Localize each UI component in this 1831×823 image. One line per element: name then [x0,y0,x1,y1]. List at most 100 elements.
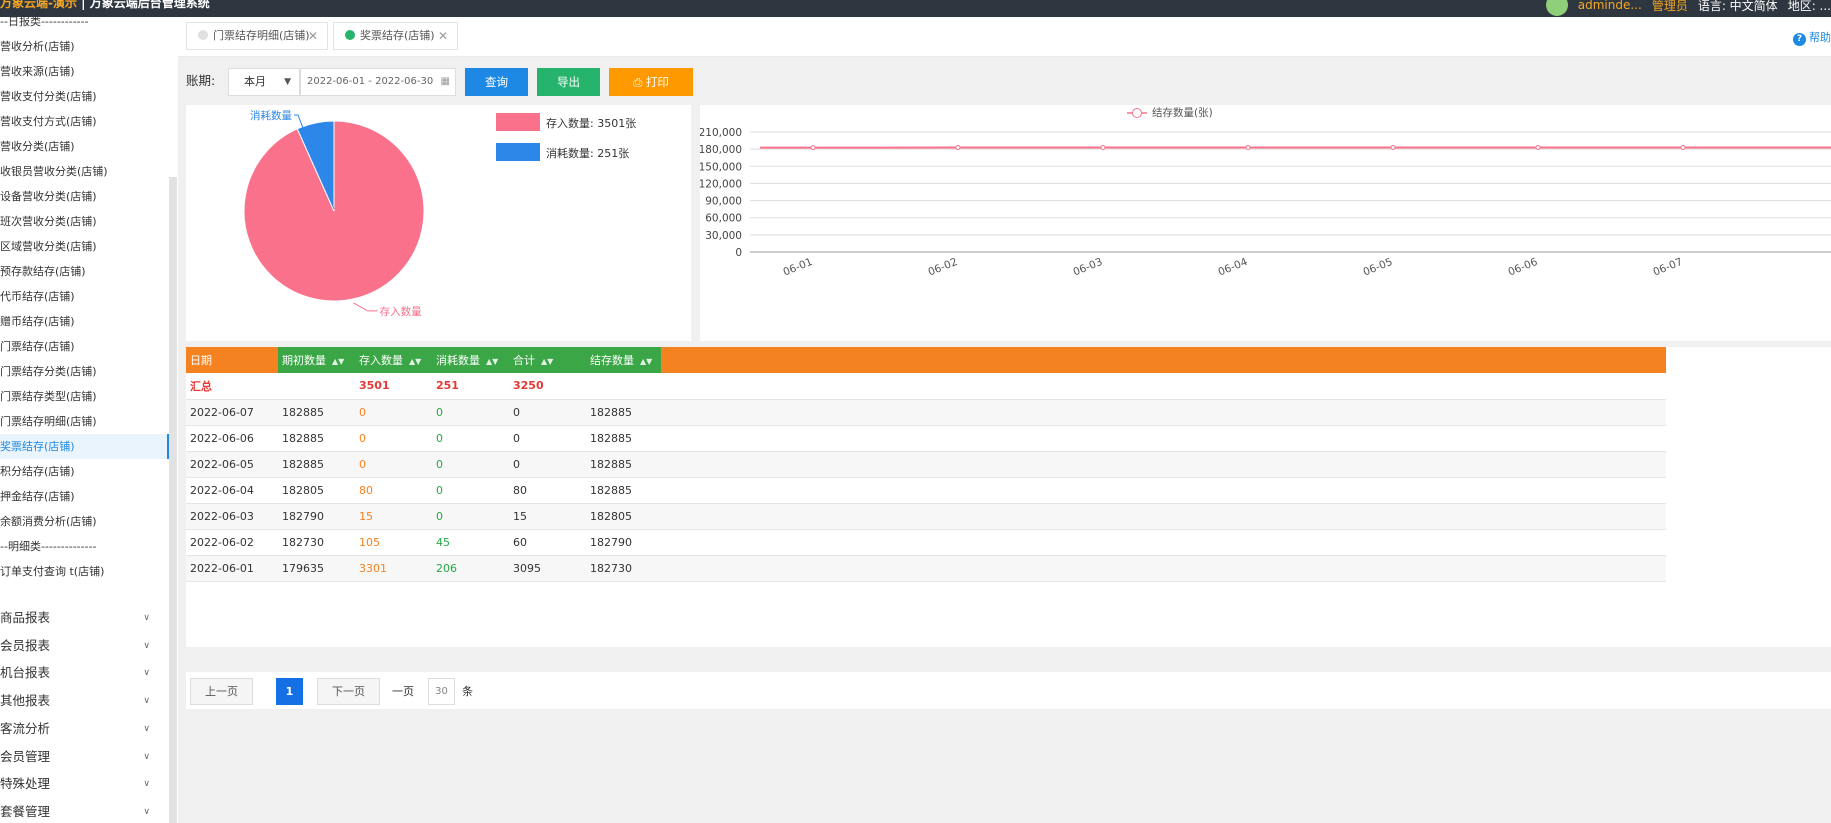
table-row: 2022-06-02 182730 105 45 60 182790 [186,529,1666,556]
data-point[interactable] [1245,144,1251,150]
sidebar-item[interactable]: 收银员营收分类(店铺) [0,159,169,184]
sidebar-group[interactable]: 其他报表 ∨ [0,687,150,715]
sidebar-item[interactable]: 赠币结存(店铺) [0,309,169,334]
sidebar-item[interactable]: 预存款结存(店铺) [0,259,169,284]
data-point[interactable] [1680,144,1686,150]
x-tick-label: 06-02 [926,256,959,279]
sidebar-item[interactable]: 押金结存(店铺) [0,484,169,509]
cell-deposit: 0 [355,425,432,452]
sidebar-group[interactable]: 客流分析 ∨ [0,715,150,743]
chevron-down-icon: ∨ [143,668,150,679]
summary-deposit: 3501 [355,373,432,400]
sidebar-item[interactable]: 余额消费分析(店铺) [0,509,169,534]
cell-total: 0 [509,399,586,426]
cell-deposit: 0 [355,399,432,426]
sidebar-item[interactable]: 营收支付分类(店铺) [0,84,169,109]
help-link[interactable]: ? 帮助 [1793,29,1831,46]
print-button[interactable]: ⎙ 打印 [609,68,693,96]
chevron-down-icon: ∨ [143,779,150,790]
data-point[interactable] [1390,144,1396,150]
period-select[interactable]: 本月 ▼ [228,68,300,96]
x-tick-label: 06-05 [1361,256,1394,279]
cell-opening: 182730 [278,529,355,556]
tab-ticket-detail[interactable]: 门票结存明细(店铺) ✕ [186,22,328,50]
cell-balance: 182885 [586,399,661,426]
sidebar-group[interactable]: 套餐管理 ∨ [0,798,150,823]
sidebar-group-label: 机台报表 [0,665,51,681]
cell-consume: 0 [432,503,509,530]
chevron-down-icon: ∨ [143,696,150,707]
sidebar-item[interactable]: 门票结存分类(店铺) [0,359,169,384]
filter-bar: 账期: 本月 ▼ 2022-06-01 - 2022-06-30 ▦ 查询 导出 ⎙… [178,59,1831,99]
prev-page-button[interactable]: 上一页 [190,678,253,705]
sidebar-item[interactable]: 代币结存(店铺) [0,284,169,309]
sidebar-group[interactable]: 机台报表 ∨ [0,659,150,687]
sort-icon: ▲▼ [332,357,345,366]
y-tick-label: 60,000 [705,213,742,225]
next-page-button[interactable]: 下一页 [317,678,380,705]
sidebar-item[interactable]: 营收支付方式(店铺) [0,109,169,134]
date-range-value: 2022-06-01 - 2022-06-30 [307,76,434,87]
sidebar-group[interactable]: 会员报表 ∨ [0,632,150,660]
col-total[interactable]: 合计 ▲▼ [509,347,586,373]
date-range-input[interactable]: 2022-06-01 - 2022-06-30 ▦ [300,68,456,96]
col-deposit[interactable]: 存入数量 ▲▼ [355,347,432,373]
sidebar-item[interactable]: 班次营收分类(店铺) [0,209,169,234]
tab-prize-ticket[interactable]: 奖票结存(店铺) ✕ [333,22,458,50]
page-number-1[interactable]: 1 [276,678,303,705]
line-legend[interactable]: 结存数量(张) [1127,106,1213,119]
data-point[interactable] [955,145,961,151]
cell-consume: 45 [432,529,509,556]
cell-deposit: 105 [355,529,432,556]
help-icon: ? [1793,33,1806,46]
pie-label-line [353,302,378,312]
sidebar-item[interactable]: 门票结存类型(店铺) [0,384,169,409]
cell-total: 80 [509,477,586,504]
chevron-down-icon: ∨ [143,751,150,762]
role-dropdown[interactable]: 管理员 [1652,0,1688,14]
language-selector[interactable]: 语言: 中文简体 [1698,0,1778,14]
data-point[interactable] [1535,144,1541,150]
main-content: 门票结存明细(店铺) ✕ 奖票结存(店铺) ✕ ? 帮助 账期: 本月 ▼ 2022-0… [178,17,1831,823]
sidebar-item[interactable]: 订单支付查询 t(店铺) [0,559,169,584]
tab-status-dot [198,30,208,40]
col-date[interactable]: 日期 [186,347,278,373]
sidebar-item[interactable]: 营收分析(店铺) [0,34,169,59]
data-point[interactable] [1100,145,1106,151]
sidebar-group[interactable]: 商品报表 ∨ [0,604,150,632]
period-label: 账期: [186,73,216,88]
sidebar-item[interactable]: 奖票结存(店铺) [0,434,169,459]
avatar[interactable] [1545,0,1568,16]
sidebar-item[interactable]: 门票结存(店铺) [0,334,169,359]
tab-bar: 门票结存明细(店铺) ✕ 奖票结存(店铺) ✕ ? 帮助 [178,17,1831,57]
sidebar-item[interactable]: 门票结存明细(店铺) [0,409,169,434]
data-point[interactable] [810,145,816,151]
sidebar-item[interactable]: 积分结存(店铺) [0,459,169,484]
cell-balance: 182805 [586,503,661,530]
sidebar-item[interactable]: 营收分类(店铺) [0,134,169,159]
cell-balance: 182885 [586,451,661,478]
sidebar-scrollbar[interactable] [169,177,177,823]
export-button[interactable]: 导出 [537,68,600,96]
close-icon[interactable]: ✕ [308,23,318,49]
close-icon[interactable]: ✕ [438,23,448,49]
sidebar-item[interactable]: 设备营收分类(店铺) [0,184,169,209]
per-page-input[interactable]: 30 [428,678,455,705]
address-selector[interactable]: 地区: ... [1788,0,1831,14]
col-consume[interactable]: 消耗数量 ▲▼ [432,347,509,373]
cell-deposit: 15 [355,503,432,530]
chevron-down-icon: ∨ [143,613,150,623]
col-opening[interactable]: 期初数量 ▲▼ [278,347,355,373]
calendar-icon: ▦ [440,76,450,87]
query-button[interactable]: 查询 [465,68,528,96]
sidebar-item[interactable]: 营收来源(店铺) [0,59,169,84]
username[interactable]: adminde... [1578,0,1642,12]
x-tick-label: 06-04 [1216,256,1249,279]
sidebar-group[interactable]: 会员管理 ∨ [0,743,150,771]
sidebar-group[interactable]: 特殊处理 ∨ [0,770,150,798]
chevron-down-icon: ∨ [143,723,150,734]
col-balance[interactable]: 结存数量 ▲▼ [586,347,661,373]
sidebar-item[interactable]: 区域营收分类(店铺) [0,234,169,259]
data-table-container: 日期 期初数量 ▲▼ 存入数量 ▲▼ 消耗数量 ▲▼ 合计 ▲▼ 结存数量 ▲▼ 汇总 3… [186,347,1831,647]
sidebar-section-divider: --明细类-------------- [0,540,97,553]
